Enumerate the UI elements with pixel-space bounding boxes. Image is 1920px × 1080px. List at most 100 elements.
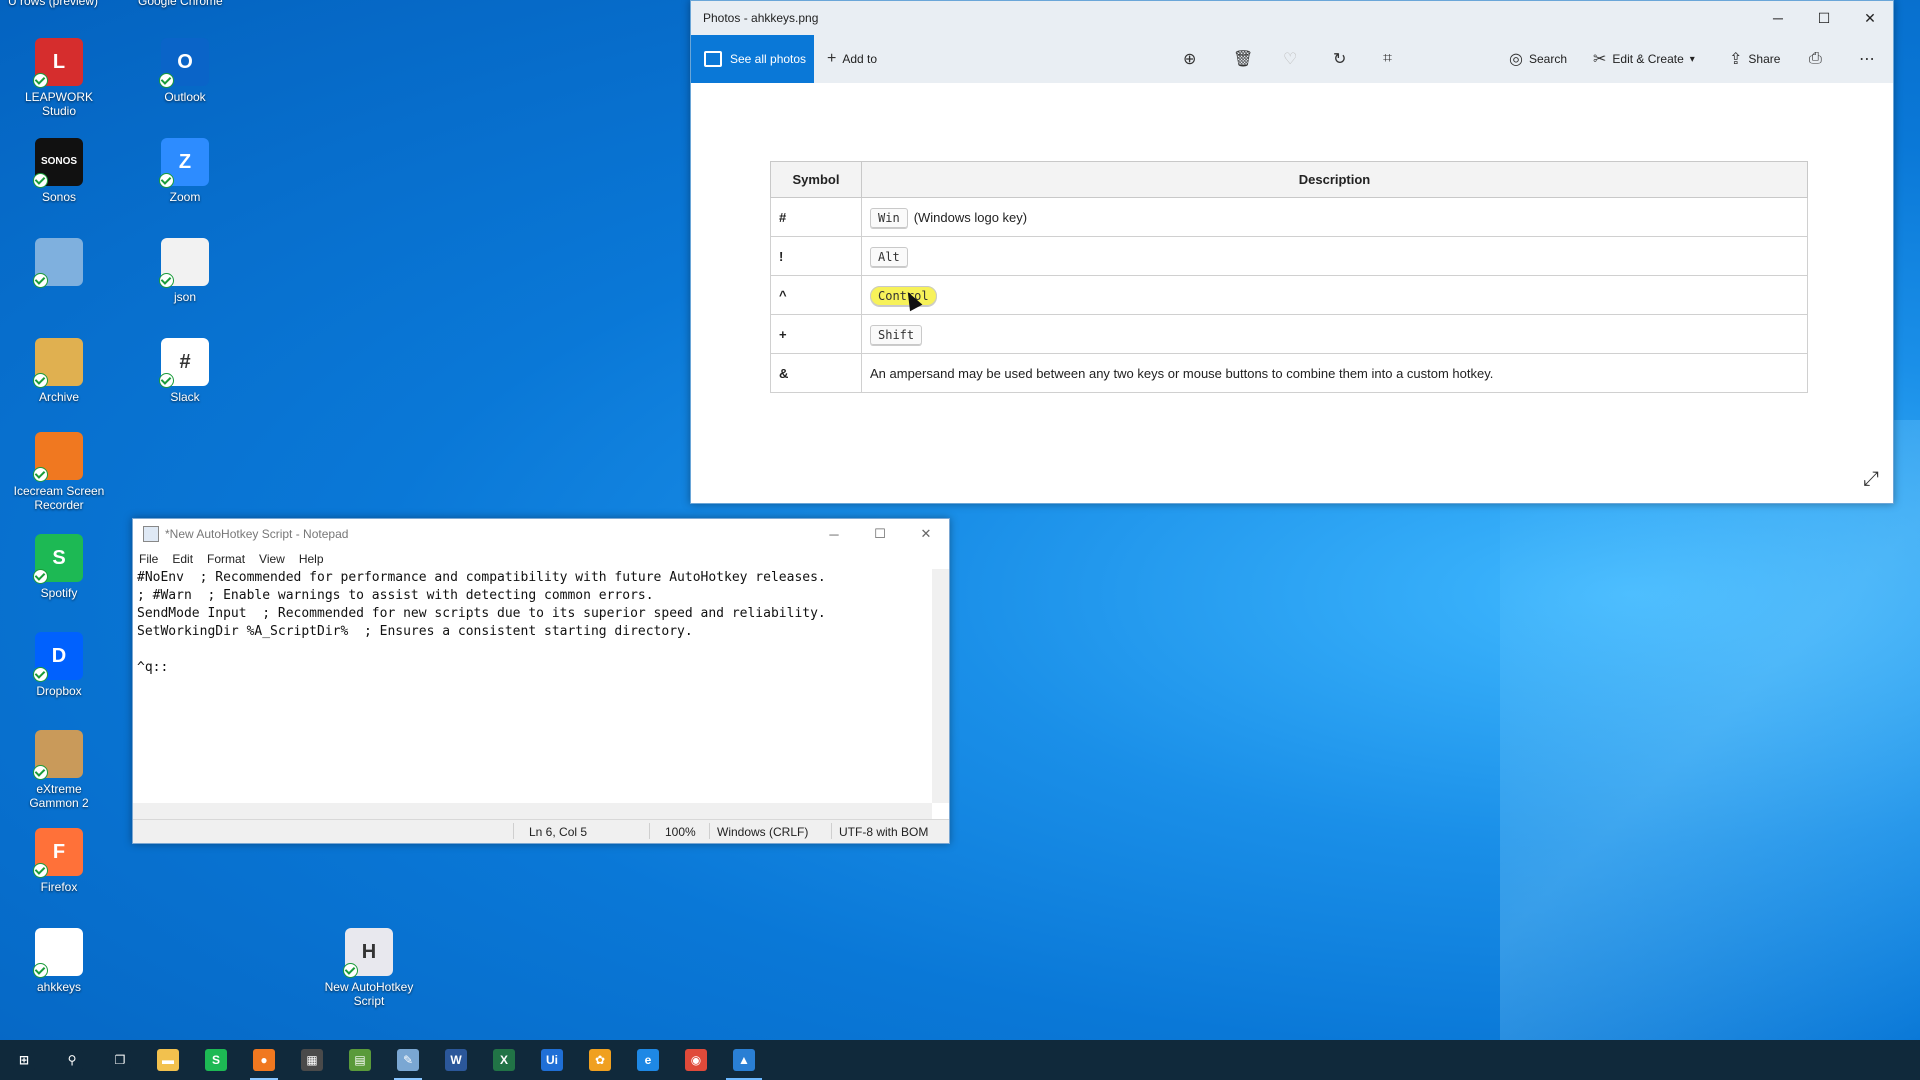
- desktop-icon[interactable]: L LEAPWORK Studio: [10, 38, 108, 118]
- desktop-icon[interactable]: Archive: [10, 338, 108, 404]
- taskbar-notepad-green[interactable]: ▤: [336, 1040, 384, 1080]
- taskbar-search[interactable]: ⚲: [48, 1040, 96, 1080]
- app-icon: [33, 238, 83, 288]
- table-row: # Win (Windows logo key): [770, 197, 1808, 237]
- menu-help[interactable]: Help: [299, 549, 324, 569]
- taskbar: ⊞ ⚲ ❐ ▬ S ● ▦ ▤ ✎ W X Ui ✿ e ◉ ▲: [0, 1040, 1920, 1080]
- desktop-icon[interactable]: O Outlook: [136, 38, 234, 104]
- symbol-cell: ^: [770, 275, 862, 315]
- more-button[interactable]: ⋯: [1859, 35, 1881, 83]
- search-icon: ◎: [1509, 51, 1523, 68]
- delete-button[interactable]: 🗑: [1233, 35, 1259, 83]
- desktop-icon[interactable]: # Slack: [136, 338, 234, 404]
- desktop-icon[interactable]: Z Zoom: [136, 138, 234, 204]
- desktop-icon-label: Sonos: [41, 190, 77, 204]
- taskbar-app-orange[interactable]: ✿: [576, 1040, 624, 1080]
- taskbar-excel[interactable]: X: [480, 1040, 528, 1080]
- chrome-icon: ◉: [685, 1049, 707, 1071]
- taskbar-calculator[interactable]: ▦: [288, 1040, 336, 1080]
- menu-view[interactable]: View: [259, 549, 285, 569]
- expand-icon[interactable]: ⤢: [1863, 468, 1879, 491]
- desktop-icon[interactable]: [10, 238, 108, 290]
- taskbar-notepad[interactable]: ✎: [384, 1040, 432, 1080]
- table-row: & An ampersand may be used between any tw…: [770, 353, 1808, 393]
- notepad-minimize-button[interactable]: ─: [811, 519, 857, 549]
- app-icon: Z: [159, 138, 209, 188]
- desktop-icon[interactable]: eXtreme Gammon 2: [10, 730, 108, 810]
- sync-check-icon: [33, 273, 48, 288]
- zoom-button[interactable]: ⊕: [1183, 35, 1202, 83]
- taskbar-photos[interactable]: ▲: [720, 1040, 768, 1080]
- edge-icon: e: [637, 1049, 659, 1071]
- taskbar-start[interactable]: ⊞: [0, 1040, 48, 1080]
- print-icon: ⎙: [1809, 50, 1822, 67]
- sync-check-icon: [33, 863, 48, 878]
- app-icon: [33, 928, 83, 978]
- desktop-icon[interactable]: ahkkeys: [10, 928, 108, 994]
- photo-canvas[interactable]: Symbol Description # Win (Windows logo key…: [691, 83, 1893, 503]
- app-orange-icon: ✿: [589, 1049, 611, 1071]
- desktop-icon[interactable]: D Dropbox: [10, 632, 108, 698]
- heart-icon: ♡: [1283, 51, 1298, 68]
- description-cell: An ampersand may be used between any two…: [861, 353, 1808, 393]
- rotate-button[interactable]: ↻: [1333, 35, 1352, 83]
- taskbar-word[interactable]: W: [432, 1040, 480, 1080]
- desktop-icon[interactable]: SONOS Sonos: [10, 138, 108, 204]
- description-cell: Win (Windows logo key): [861, 197, 1808, 237]
- taskbar-spotify[interactable]: S: [192, 1040, 240, 1080]
- start-icon: ⊞: [13, 1049, 35, 1071]
- desktop-icon[interactable]: S Spotify: [10, 534, 108, 600]
- taskbar-edge[interactable]: e: [624, 1040, 672, 1080]
- favorite-button[interactable]: ♡: [1283, 35, 1303, 83]
- app-icon: [159, 238, 209, 288]
- menu-edit[interactable]: Edit: [172, 549, 193, 569]
- taskbar-icecream[interactable]: ●: [240, 1040, 288, 1080]
- sync-check-icon: [159, 273, 174, 288]
- notepad-menubar: File Edit Format View Help: [133, 549, 949, 569]
- desktop-icon-label: eXtreme Gammon 2: [29, 782, 89, 810]
- add-to-button[interactable]: + Add to: [827, 35, 877, 83]
- photos-window[interactable]: Photos - ahkkeys.png ─ ☐ ✕ See all photo…: [690, 0, 1894, 504]
- notepad-window[interactable]: *New AutoHotkey Script - Notepad ─ ☐ ✕ F…: [132, 518, 950, 844]
- desktop-icon[interactable]: json: [136, 238, 234, 304]
- chevron-down-icon: ▾: [1689, 53, 1695, 65]
- notepad-titlebar[interactable]: *New AutoHotkey Script - Notepad ─ ☐ ✕: [133, 519, 949, 549]
- desktop-icon-label: New AutoHotkey Script: [324, 980, 414, 1008]
- desktop-icon-label: ahkkeys: [36, 980, 82, 994]
- notepad-text-area[interactable]: #NoEnv ; Recommended for performance and…: [137, 569, 931, 803]
- taskbar-task-view[interactable]: ❐: [96, 1040, 144, 1080]
- desktop-icon[interactable]: H New AutoHotkey Script: [320, 928, 418, 1008]
- taskbar-file-explorer[interactable]: ▬: [144, 1040, 192, 1080]
- edit-create-button[interactable]: ✂ Edit & Create ▾: [1593, 35, 1695, 83]
- menu-file[interactable]: File: [139, 549, 158, 569]
- close-button[interactable]: ✕: [1847, 1, 1893, 35]
- desktop-icon-label: Firefox: [40, 880, 78, 894]
- photos-titlebar[interactable]: Photos - ahkkeys.png ─ ☐ ✕: [691, 1, 1893, 35]
- print-button[interactable]: ⎙: [1809, 35, 1828, 83]
- sync-check-icon: [159, 373, 174, 388]
- photos-title: Photos - ahkkeys.png: [703, 11, 819, 25]
- app-icon: SONOS: [33, 138, 83, 188]
- maximize-button[interactable]: ☐: [1801, 1, 1847, 35]
- app-icon: F: [33, 828, 83, 878]
- minimize-button[interactable]: ─: [1755, 1, 1801, 35]
- notepad-maximize-button[interactable]: ☐: [857, 519, 903, 549]
- share-button[interactable]: ⇪ Share: [1729, 35, 1780, 83]
- icecream-icon: ●: [253, 1049, 275, 1071]
- vertical-scrollbar[interactable]: [932, 569, 949, 803]
- description-text: (Windows logo key): [913, 209, 1028, 225]
- crop-button[interactable]: ⌗: [1383, 35, 1398, 83]
- taskbar-uipath[interactable]: Ui: [528, 1040, 576, 1080]
- key-badge: Alt: [870, 246, 908, 267]
- app-icon: O: [159, 38, 209, 88]
- search-button[interactable]: ◎ Search: [1509, 35, 1567, 83]
- notepad-close-button[interactable]: ✕: [903, 519, 949, 549]
- share-icon: ⇪: [1729, 51, 1743, 68]
- desktop-icon[interactable]: F Firefox: [10, 828, 108, 894]
- menu-format[interactable]: Format: [207, 549, 245, 569]
- horizontal-scrollbar[interactable]: [133, 803, 932, 820]
- taskbar-chrome[interactable]: ◉: [672, 1040, 720, 1080]
- notepad-statusbar: Ln 6, Col 5 100% Windows (CRLF) UTF-8 wi…: [133, 819, 949, 843]
- see-all-photos-button[interactable]: See all photos: [691, 35, 814, 83]
- desktop-icon[interactable]: Icecream Screen Recorder: [10, 432, 108, 512]
